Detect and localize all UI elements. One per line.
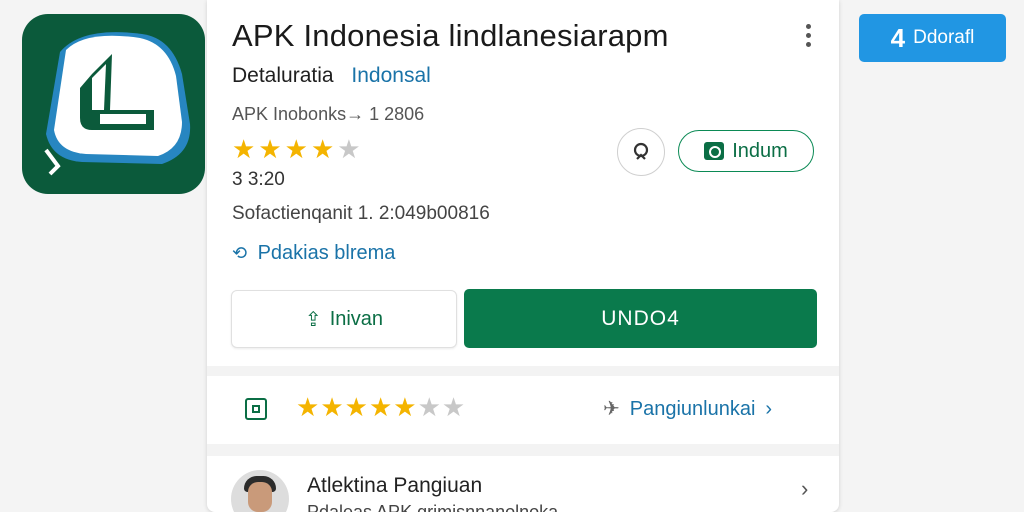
reviews-link[interactable]: ✈ Pangiunlunkai › bbox=[603, 396, 772, 421]
pdakias-label: Pdakias blrema bbox=[257, 242, 396, 264]
rate-stars[interactable]: ★★★★★★★ bbox=[296, 392, 466, 423]
link-icon: ⟲ bbox=[232, 243, 248, 263]
rating-row: ★★★★★★★ ✈ Pangiunlunkai › bbox=[207, 380, 839, 440]
developer-name: Detaluratia bbox=[232, 64, 334, 87]
download-badge[interactable]: 4 Ddorafl bbox=[859, 14, 1006, 62]
rate-icon bbox=[245, 398, 267, 420]
divider bbox=[207, 444, 839, 456]
inivan-label: Inivan bbox=[329, 307, 384, 330]
app-meta-line: APK Inobonks→ 1 2806 bbox=[232, 104, 425, 124]
user-search-icon bbox=[633, 142, 649, 160]
inivan-button[interactable]: ⇪ Inivan bbox=[231, 290, 457, 348]
avatar bbox=[231, 470, 289, 512]
share-icon: ⇪ bbox=[304, 308, 322, 331]
rating-star-icon: ★ bbox=[337, 134, 364, 164]
reviewer-name: Atlektina Pangiuan bbox=[307, 474, 483, 497]
rate-star-icon: ★ bbox=[441, 392, 467, 422]
app-detail-card: APK Indonesia lindlanesiarapm Detalurati… bbox=[207, 0, 839, 512]
chevron-right-icon: › bbox=[801, 476, 809, 501]
badge-number: 4 bbox=[890, 22, 906, 53]
app-icon bbox=[22, 14, 205, 194]
rate-star-icon: ★ bbox=[417, 392, 442, 422]
rate-star-icon: ★ bbox=[393, 392, 418, 422]
developer-link[interactable]: Indonsal bbox=[351, 64, 430, 87]
app-title: APK Indonesia lindlanesiarapm bbox=[232, 18, 669, 53]
app-info-line: Sofactienqanit 1. 2:049b00816 bbox=[232, 203, 490, 224]
badge-label: Ddorafl bbox=[913, 27, 975, 48]
chevron-right-icon: › bbox=[765, 398, 773, 420]
rate-star-icon: ★ bbox=[344, 392, 369, 422]
review-text: Pdaleas APK grimisnnanolnoka bbox=[307, 502, 559, 512]
more-options-icon[interactable] bbox=[801, 24, 815, 50]
rating-star-icon: ★ bbox=[232, 134, 259, 164]
indum-label: Indum bbox=[732, 139, 788, 162]
indum-button[interactable]: Indum bbox=[678, 130, 814, 172]
reviews-link-label: Pangiunlunkai bbox=[629, 398, 756, 420]
developer-row: Detaluratia Indonsal bbox=[232, 64, 431, 88]
camera-icon bbox=[704, 142, 725, 160]
divider bbox=[207, 366, 839, 376]
rating-star-icon: ★ bbox=[284, 134, 311, 164]
pdakias-link[interactable]: ⟲ Pdakias blrema bbox=[232, 242, 395, 265]
app-logo-icon bbox=[44, 32, 191, 176]
rating-value: 3 3:20 bbox=[232, 169, 285, 190]
rating-star-icon: ★ bbox=[310, 134, 338, 164]
rating-star-icon: ★ bbox=[258, 134, 285, 164]
primary-install-button[interactable]: UNDO4 bbox=[464, 289, 817, 348]
rate-star-icon: ★ bbox=[296, 392, 321, 422]
send-icon: ✈ bbox=[603, 398, 620, 420]
review-item[interactable]: Atlektina Pangiuan Pdaleas APK grimisnna… bbox=[207, 456, 839, 512]
rate-star-icon: ★ bbox=[368, 392, 394, 422]
user-button[interactable] bbox=[617, 128, 665, 176]
rating-stars: ★★★★★ bbox=[232, 134, 364, 165]
rate-star-icon: ★ bbox=[320, 392, 345, 422]
